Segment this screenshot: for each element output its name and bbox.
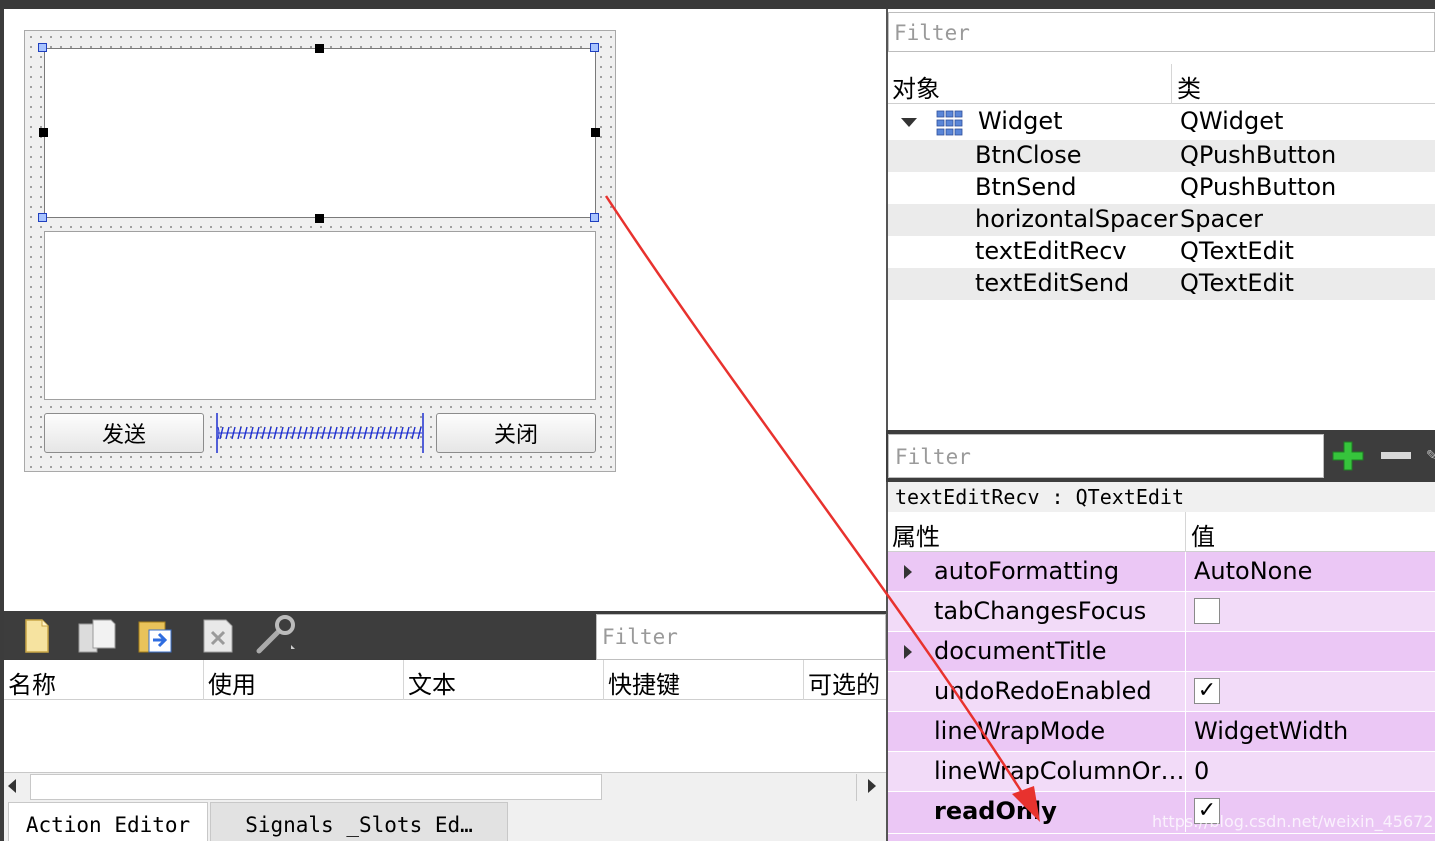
annotation-arrow [604,195,1040,822]
